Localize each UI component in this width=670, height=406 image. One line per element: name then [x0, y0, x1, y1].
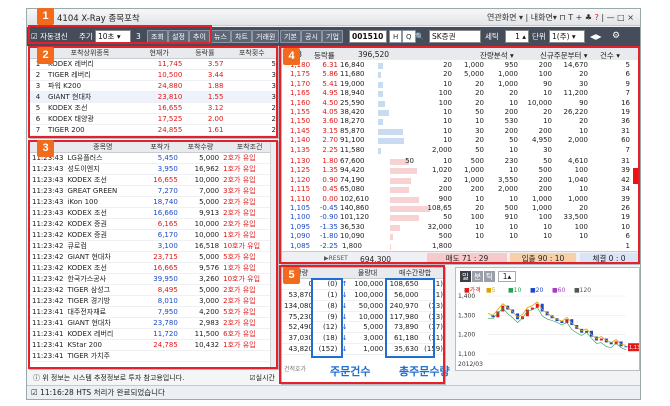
legend-item: ■가격	[464, 286, 481, 294]
unit-select[interactable]: 1(주) ▾	[549, 30, 585, 43]
gear-icon[interactable]: ⚙	[612, 30, 620, 43]
y-tick-label: 1,300	[458, 312, 475, 319]
stock-name-field[interactable]: SK증권	[429, 30, 481, 43]
candle	[599, 338, 603, 341]
mini-chart-panel: 일 분 틱 1▴ 1,400 1,300 1,200 1,100 2012/03 1,13…	[455, 267, 640, 371]
legend-item: ■5	[486, 287, 496, 294]
step-badge-4: 4	[283, 48, 300, 65]
legend-item: ■10	[508, 287, 521, 294]
status-text: HTS 처리가 완료되었습니다	[76, 388, 165, 397]
title-bar-controls[interactable]: 연관화면 ▾ | 내화면▾ ⊓ T + ♣ ? | — □ ×	[487, 12, 634, 23]
price-chart: 1,400 1,300 1,200 1,100 2012/03 1,135 ■가격 ■5 ■10…	[458, 286, 640, 368]
tab-minute[interactable]: 분	[472, 271, 483, 282]
stock-code-input[interactable]: 001510	[349, 30, 387, 43]
candle	[624, 346, 628, 348]
notice-text: 위 정보는 시스템 추정정보로 투자 참고용입니다.	[42, 374, 185, 382]
window-title: 4104 X-Ray 종목포착	[57, 14, 140, 24]
y-tick-label: 1,200	[458, 332, 475, 339]
status-checkbox[interactable]: ☑	[31, 388, 38, 397]
scroll-arrows-icon[interactable]: ◀▶	[590, 30, 602, 43]
disclosure-button[interactable]: 공시	[301, 30, 322, 43]
status-bar: ☑ 11:16:28 HTS 처리가 완료되었습니다	[27, 385, 640, 399]
tab-day[interactable]: 일	[460, 271, 471, 282]
title-bar: 4104 X-Ray 종목포착 연관화면 ▾ | 내화면▾ ⊓ T + ♣ ? …	[27, 9, 640, 26]
orderbook-highlight	[279, 46, 640, 264]
company-button[interactable]: 기업	[322, 30, 343, 43]
step-badge-2: 2	[37, 47, 54, 64]
basic-button[interactable]: 기본	[280, 30, 301, 43]
last-price-label: 1,135	[629, 345, 640, 351]
x-axis-label: 2012/03	[458, 361, 483, 368]
related-screen-link[interactable]: 연관화면	[487, 13, 516, 22]
legend-item: ■20	[530, 287, 543, 294]
notice-bar: ⓘ 위 정보는 시스템 추정정보로 투자 참고용입니다. ☑실시간	[29, 371, 279, 385]
chart-period-spinner[interactable]: 1▴	[498, 271, 516, 282]
candle	[535, 303, 539, 308]
volume-col-highlight	[385, 278, 435, 358]
status-time: 11:16:28	[40, 388, 74, 397]
tax-spinner[interactable]: 1 ▴	[505, 30, 529, 43]
code-h-button[interactable]: H	[389, 30, 403, 43]
count-col-highlight	[311, 278, 343, 358]
tab-tick[interactable]: 틱	[484, 271, 495, 282]
y-tick-label: 1,100	[458, 351, 475, 358]
y-tick-label: 1,400	[458, 293, 475, 300]
chart-button[interactable]: 차트	[231, 30, 252, 43]
unit-label: 단위	[532, 32, 546, 41]
news-button[interactable]: 뉴스	[210, 30, 231, 43]
ma-line	[487, 307, 627, 350]
step-badge-5: 5	[283, 267, 300, 284]
step-badge-1: 1	[37, 8, 54, 25]
my-screen-link[interactable]: 내화면	[531, 13, 553, 22]
legend-item: ■120	[574, 287, 591, 294]
realtime-checkbox[interactable]: ☑실시간	[249, 371, 275, 385]
legend-item: ■60	[552, 287, 565, 294]
broker-button[interactable]: 거래원	[252, 30, 280, 43]
toolbar-highlight	[28, 25, 212, 44]
tax-label: 세틱	[485, 32, 499, 41]
code-q-button[interactable]: Q	[402, 30, 416, 43]
rank-highlight	[28, 46, 278, 138]
step-badge-3: 3	[37, 140, 54, 157]
search-icon[interactable]: 🔍	[415, 30, 424, 43]
trade-highlight	[28, 140, 278, 369]
